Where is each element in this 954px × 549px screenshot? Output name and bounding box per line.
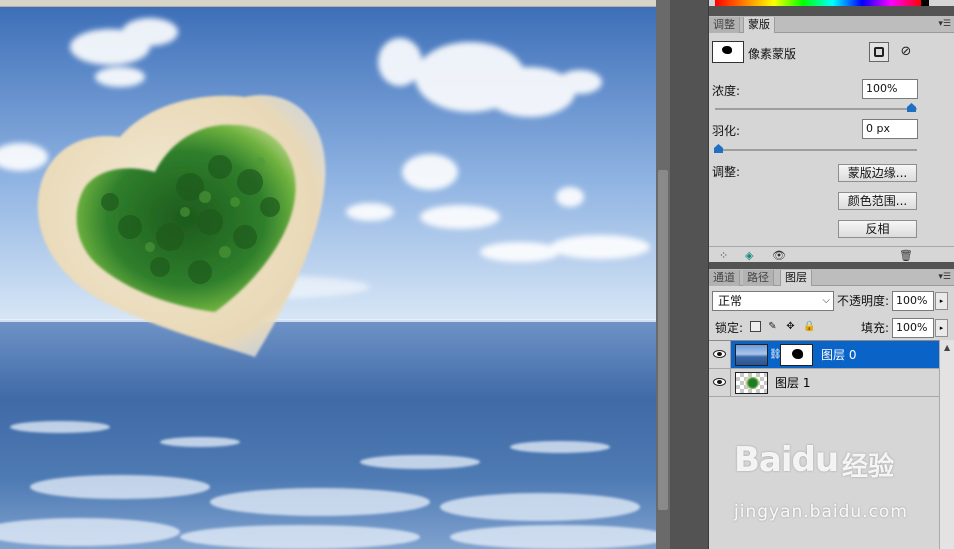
fill-input[interactable]: 100%	[892, 318, 934, 338]
layers-panel-tabbar: 通道 路径 图层 ▾☰	[709, 269, 954, 286]
layer-thumbnail	[735, 372, 768, 394]
layer-row[interactable]: 图层 1	[709, 369, 939, 397]
fill-arrow-button[interactable]: ▸	[935, 319, 948, 337]
mask-thumbnail	[712, 41, 744, 63]
feather-input[interactable]: 0 px	[862, 119, 918, 139]
lock-icon[interactable]: 🔒	[803, 321, 815, 332]
tab-paths[interactable]: 路径	[743, 270, 774, 286]
lock-label: 锁定:	[715, 321, 744, 335]
density-slider-thumb[interactable]	[907, 103, 916, 112]
canvas-top-edge	[0, 0, 656, 7]
eye-icon	[713, 350, 726, 358]
layer-mask-thumbnail[interactable]	[780, 344, 813, 366]
chevron-up-icon[interactable]: ▲	[944, 343, 950, 352]
feather-slider-track[interactable]	[715, 149, 917, 151]
density-label: 浓度:	[712, 84, 741, 98]
layer-name[interactable]: 图层 0	[821, 348, 856, 362]
blend-mode-value: 正常	[718, 294, 743, 308]
opacity-arrow-button[interactable]: ▸	[935, 292, 948, 310]
canvas-vertical-scrollbar[interactable]	[656, 0, 670, 549]
blend-mode-select[interactable]: 正常 ⌵	[712, 291, 834, 311]
density-slider-track[interactable]	[715, 108, 917, 110]
color-range-button[interactable]: 颜色范围...	[838, 192, 917, 210]
canvas-image[interactable]	[0, 7, 656, 549]
brush-icon[interactable]: ✎	[767, 321, 778, 332]
feather-slider-thumb[interactable]	[714, 144, 723, 153]
feather-label: 羽化:	[712, 124, 741, 138]
opacity-input[interactable]: 100%	[892, 291, 934, 311]
layer-name[interactable]: 图层 1	[775, 376, 810, 390]
tab-masks[interactable]: 蒙版	[743, 17, 775, 33]
scrollbar-thumb[interactable]	[658, 170, 668, 510]
pixel-mask-button[interactable]	[869, 42, 889, 62]
invert-button[interactable]: 反相	[838, 220, 917, 238]
document-canvas[interactable]	[0, 0, 656, 549]
pixel-mask-icon	[874, 47, 884, 57]
mask-type-label: 像素蒙版	[748, 47, 797, 61]
mask-edge-button[interactable]: 蒙版边缘...	[838, 164, 917, 182]
layers-scrollbar[interactable]: ▲	[939, 340, 954, 549]
vector-mask-icon[interactable]: ⊘	[897, 43, 915, 61]
move-icon[interactable]: ✥	[785, 321, 796, 332]
chevron-down-icon: ⌵	[822, 295, 830, 306]
visibility-toggle[interactable]	[709, 369, 731, 396]
fill-label: 填充:	[861, 321, 890, 335]
eye-icon[interactable]: 👁	[772, 250, 786, 262]
panel-dock: 调整 蒙版 ▾☰ 像素蒙版 ⊘ 浓度: 100% 羽化: 0 px 调整: 蒙版…	[708, 0, 954, 549]
density-input[interactable]: 100%	[862, 79, 918, 99]
panel-menu-icon[interactable]: ▾☰	[938, 18, 951, 30]
apply-mask-icon[interactable]: ◈	[745, 250, 753, 262]
tab-layers[interactable]: 图层	[780, 270, 812, 286]
eye-icon	[713, 378, 726, 386]
lock-transparent-icon[interactable]	[750, 321, 761, 332]
layers-list: ⛓ 图层 0 图层 1	[709, 340, 939, 549]
visibility-toggle[interactable]	[709, 341, 731, 368]
load-selection-icon[interactable]: ⁘	[719, 250, 728, 262]
trash-icon[interactable]: 🗑	[899, 250, 913, 262]
panel-divider	[709, 262, 954, 269]
layer-row[interactable]: ⛓ 图层 0	[709, 341, 939, 369]
panel-menu-icon[interactable]: ▾☰	[938, 271, 951, 283]
layer-thumbnail	[735, 344, 768, 366]
separator	[709, 246, 954, 247]
opacity-label: 不透明度:	[837, 294, 890, 308]
masks-panel-tabbar: 调整 蒙版 ▾☰	[709, 16, 954, 33]
tab-channels[interactable]: 通道	[709, 270, 740, 286]
tab-adjustments[interactable]: 调整	[709, 17, 740, 33]
panel-divider	[709, 6, 954, 16]
refine-label: 调整:	[712, 165, 741, 179]
